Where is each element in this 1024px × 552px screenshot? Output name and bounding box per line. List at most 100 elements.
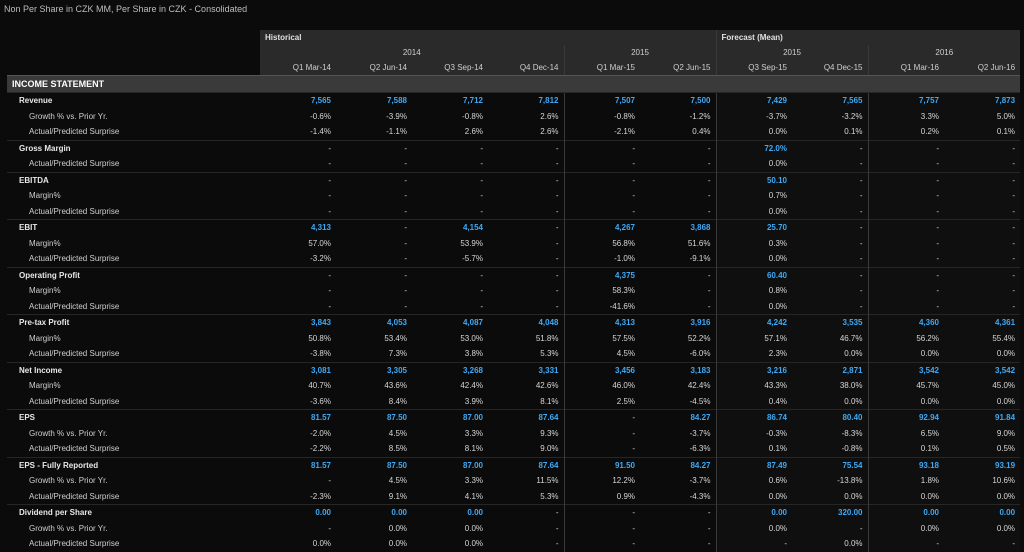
table-cell: 0.0% bbox=[464, 539, 483, 549]
table-row[interactable]: EBIT 4,313-4,154-4,267 3,868 25.70- - - bbox=[7, 219, 1021, 236]
table-cell: 52.2% bbox=[687, 333, 711, 343]
period-header: Q2 Jun-15 bbox=[640, 60, 716, 76]
table-cell: 75.54 bbox=[792, 456, 868, 473]
table-cell: - bbox=[944, 266, 1021, 283]
period-header-row: Q1 Mar-14 Q2 Jun-14 Q3 Sep-14 Q4 Dec-14 Q1 M… bbox=[7, 60, 1021, 76]
table-cell: 0.0% bbox=[715, 156, 792, 172]
table-cell: 11.5% bbox=[536, 476, 559, 486]
table-cell: 4.5% bbox=[388, 476, 407, 486]
table-cell: 7,429 bbox=[715, 92, 792, 109]
table-row[interactable]: Growth % vs. Prior Yr. -0.0% 0.0% - - -0.0% -0… bbox=[7, 520, 1021, 536]
table-cell: - bbox=[563, 156, 640, 172]
table-row[interactable]: Growth % vs. Prior Yr. -0.6% -3.9% -0.8% 2.6… bbox=[7, 108, 1021, 124]
table-cell: -1.0% bbox=[563, 251, 640, 267]
table-row[interactable]: Margin% 57.0% -53.9% -56.8% 51.6% 0.3% - - - bbox=[7, 235, 1021, 251]
table-cell: - bbox=[488, 504, 564, 521]
table-cell: 4,048 bbox=[488, 314, 564, 331]
table-cell: - bbox=[328, 191, 331, 201]
table-cell: - bbox=[328, 523, 331, 533]
table-row[interactable]: Actual/Predicted Surprise -2.2% 8.5% 8.1% 9.… bbox=[7, 441, 1021, 457]
table-cell: 7,565 bbox=[260, 92, 336, 109]
table-cell: - bbox=[792, 298, 868, 315]
table-cell: - bbox=[640, 139, 716, 156]
table-cell: - bbox=[412, 171, 488, 188]
row-label: Growth % vs. Prior Yr. bbox=[29, 428, 108, 438]
table-cell: 4,313 bbox=[563, 314, 640, 331]
table-row[interactable]: Operating Profit - - - -4,375-60.40- - - bbox=[7, 266, 1021, 283]
table-cell: - bbox=[944, 298, 1021, 315]
table-cell: 72.0% bbox=[715, 139, 792, 156]
table-cell: 3.8% bbox=[464, 349, 483, 359]
table-row[interactable]: Actual/Predicted Surprise - - - - - -0.0% - - - bbox=[7, 156, 1021, 172]
table-row[interactable]: Dividend per Share 0.00 0.00 0.00- - -0.00 320… bbox=[7, 504, 1021, 521]
section-header-row[interactable]: INCOME STATEMENT bbox=[7, 75, 1021, 93]
table-row[interactable]: Margin% 50.8% 53.4% 53.0% 51.8% 57.5% 52.2% 57.… bbox=[7, 330, 1021, 346]
table-cell: 2.3% bbox=[715, 346, 792, 362]
year-header-row: 2014 2015 2015 2016 bbox=[7, 45, 1021, 60]
table-cell: - bbox=[555, 286, 559, 296]
table-cell: 40.7% bbox=[308, 381, 331, 391]
table-cell: 50.8% bbox=[308, 333, 331, 343]
table-cell: 87.49 bbox=[715, 456, 792, 473]
table-row[interactable]: EPS - Fully Reported 81.57 87.50 87.00 87.64… bbox=[7, 456, 1021, 473]
table-cell: - bbox=[563, 536, 640, 552]
table-cell: - bbox=[404, 301, 407, 311]
table-cell: 0.0% bbox=[715, 203, 792, 220]
table-row[interactable]: Growth % vs. Prior Yr. - 4.5% 3.3% 11.5% 12.2… bbox=[7, 473, 1021, 489]
period-header: Q1 Mar-14 bbox=[260, 60, 336, 76]
row-label: EPS - Fully Reported bbox=[7, 456, 260, 473]
table-cell: 5.3% bbox=[540, 349, 559, 359]
table-cell: - bbox=[555, 539, 559, 549]
table-row[interactable]: Margin% - - - -58.3% -0.8% - - - bbox=[7, 283, 1021, 299]
table-cell: 1.8% bbox=[867, 473, 944, 489]
table-row[interactable]: Actual/Predicted Surprise -1.4% -1.1% 2.6% 2… bbox=[7, 124, 1021, 140]
table-row[interactable]: Revenue 7,565 7,588 7,712 7,812 7,507 7,500 7,4… bbox=[7, 92, 1021, 109]
table-cell: 55.4% bbox=[944, 330, 1021, 346]
table-cell: 0.0% bbox=[715, 520, 792, 536]
period-header: Q1 Mar-15 bbox=[563, 60, 640, 76]
row-label: Pre-tax Profit bbox=[7, 314, 260, 331]
table-cell: 86.74 bbox=[715, 409, 792, 426]
table-row[interactable]: Actual/Predicted Surprise -3.8% 7.3% 3.8% 5.… bbox=[7, 346, 1021, 362]
table-cell: 12.2% bbox=[563, 473, 640, 489]
row-label: Margin% bbox=[29, 381, 61, 391]
table-row[interactable]: Actual/Predicted Surprise - - - - -41.6% -0.0%… bbox=[7, 298, 1021, 315]
table-cell: - bbox=[792, 203, 868, 220]
table-cell: 3,535 bbox=[792, 314, 868, 331]
table-row[interactable]: Actual/Predicted Surprise 0.0% 0.0% 0.0% - - -… bbox=[7, 536, 1021, 552]
table-row[interactable]: EBITDA - - - - - -50.10- - - bbox=[7, 171, 1021, 188]
table-cell: 45.0% bbox=[944, 378, 1021, 394]
row-label: Actual/Predicted Surprise bbox=[29, 396, 120, 406]
table-cell: - bbox=[867, 139, 944, 156]
table-row[interactable]: EPS 81.57 87.50 87.00 87.64-84.27 86.74 80.40 9… bbox=[7, 409, 1021, 426]
table-cell: 3.3% bbox=[464, 476, 483, 486]
table-cell: - bbox=[707, 523, 711, 533]
table-cell: 3,331 bbox=[488, 361, 564, 378]
table-cell: 7,565 bbox=[792, 92, 868, 109]
table-row[interactable]: Actual/Predicted Surprise -2.3% 9.1% 4.1% 5.… bbox=[7, 488, 1021, 505]
table-row[interactable]: Actual/Predicted Surprise -3.2% - -5.7% - -1.… bbox=[7, 251, 1021, 267]
table-cell: -8.3% bbox=[792, 425, 868, 441]
table-row[interactable]: Growth % vs. Prior Yr. -2.0% 4.5% 3.3% 9.3% -… bbox=[7, 425, 1021, 441]
table-cell: 3,268 bbox=[412, 361, 488, 378]
table-cell: - bbox=[563, 139, 640, 156]
table-row[interactable]: Margin% - - - - - -0.7% - - - bbox=[7, 188, 1021, 204]
table-row[interactable]: Actual/Predicted Surprise - - - - - -0.0% - - - bbox=[7, 203, 1021, 220]
table-row[interactable]: Margin% 40.7% 43.6% 42.4% 42.6% 46.0% 42.4% 43.… bbox=[7, 378, 1021, 394]
table-row[interactable]: Actual/Predicted Surprise -3.6% 8.4% 3.9% 8.… bbox=[7, 393, 1021, 410]
table-cell: -0.8% bbox=[563, 108, 640, 124]
table-cell: 3,081 bbox=[260, 361, 336, 378]
table-cell: - bbox=[563, 188, 640, 204]
table-cell: - bbox=[792, 235, 868, 251]
table-row[interactable]: Pre-tax Profit 3,843 4,053 4,087 4,048 4,313 3… bbox=[7, 314, 1021, 331]
table-cell: 3,868 bbox=[640, 219, 716, 236]
table-row[interactable]: Net Income 3,081 3,305 3,268 3,331 3,456 3,183… bbox=[7, 361, 1021, 378]
table-cell: - bbox=[707, 539, 711, 549]
table-cell: 4,267 bbox=[563, 219, 640, 236]
table-row[interactable]: Gross Margin - - - - - -72.0% - - - bbox=[7, 139, 1021, 156]
table-cell: 8.5% bbox=[388, 444, 407, 454]
table-cell: - bbox=[707, 206, 711, 216]
table-cell: - bbox=[792, 171, 868, 188]
table-cell: 4,313 bbox=[260, 219, 336, 236]
table-cell: - bbox=[480, 159, 483, 169]
